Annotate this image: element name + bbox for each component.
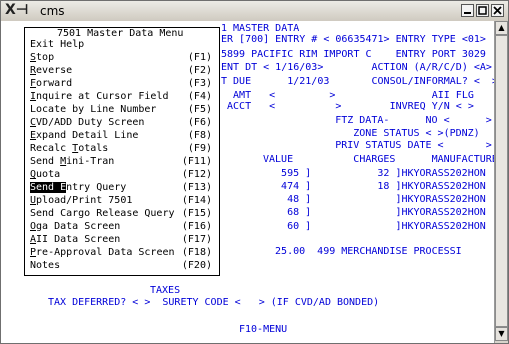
title-bar[interactable]: X⊣ cms: [1, 1, 508, 22]
menu-item-label: Oga Data Screen: [30, 221, 121, 232]
menu-item-shortcut: (F9): [187, 143, 212, 154]
menu-item-label: Send Mini-Tran: [30, 156, 115, 167]
screen-line: 60 ] ]HKYORASS202HON: [263, 221, 486, 232]
menu-item[interactable]: Stop (F1): [30, 51, 216, 64]
screen-line: TAXES: [150, 285, 181, 296]
menu-item-shortcut: (F6): [187, 117, 212, 128]
menu-item-shortcut: (F18): [181, 247, 212, 258]
menu-item-shortcut: (F8): [187, 130, 212, 141]
screen-line: 595 ] 32 ]HKYORASS202HON: [263, 168, 486, 179]
menu-item[interactable]: Reverse (F2): [30, 64, 216, 77]
menu-item-shortcut: (F1): [187, 52, 212, 63]
maximize-icon: [478, 6, 487, 15]
window-menu-icon[interactable]: X⊣: [5, 2, 29, 18]
screen-line: F10-MENU: [239, 324, 288, 335]
screen-line: VALUE CHARGES MANUFACTURER: [263, 154, 504, 165]
menu-item[interactable]: Upload/Print 7501 (F14): [30, 194, 216, 207]
menu-item-label: Inquire at Cursor Field: [30, 91, 169, 102]
menu-item-shortcut: (F3): [187, 78, 212, 89]
menu-item-label: Quota: [30, 169, 61, 180]
menu-item-label: Pre-Approval Data Screen: [30, 247, 175, 258]
minimize-icon: [464, 12, 471, 14]
screen-line: 68 ] ]HKYORASS202HON: [263, 207, 486, 218]
menu-item-shortcut: (F16): [181, 221, 212, 232]
menu-item[interactable]: CVD/ADD Duty Screen (F6): [30, 116, 216, 129]
screen-line: AMT < > AII FLG: [221, 90, 474, 101]
menu-item-label: Upload/Print 7501: [30, 195, 133, 206]
menu-item-shortcut: (F13): [181, 182, 212, 193]
menu-item-label: AII Data Screen: [30, 234, 121, 245]
menu-item[interactable]: Send Cargo Release Query (F15): [30, 207, 216, 220]
screen-line: T DUE 1/21/03 CONSOL/INFORMAL? < >: [221, 76, 498, 87]
menu-item[interactable]: Forward (F3): [30, 77, 216, 90]
screen-line: 1 MASTER DATA: [221, 23, 300, 34]
maximize-button[interactable]: [476, 4, 489, 17]
screen-line: 25.00 499 MERCHANDISE PROCESSI: [263, 246, 462, 257]
screen-line: ENT DT < 1/16/03> ACTION (A/R/C/D) <A>: [221, 62, 492, 73]
screen-line: FTZ DATA- NO < >: [275, 115, 492, 126]
close-button[interactable]: [491, 4, 504, 17]
menu-item-label: Locate by Line Number: [30, 104, 157, 115]
window-title: cms: [40, 4, 65, 18]
screen-line: 48 ] ]HKYORASS202HON o: [263, 194, 509, 205]
menu-item-shortcut: (F12): [181, 169, 212, 180]
scroll-up-button[interactable]: ▲: [495, 21, 508, 35]
scroll-down-button[interactable]: ▼: [495, 327, 508, 341]
menu-item[interactable]: Quota (F12): [30, 168, 216, 181]
menu-item[interactable]: Locate by Line Number (F5): [30, 103, 216, 116]
vertical-scrollbar[interactable]: ▲ ▼: [494, 21, 508, 343]
menu-item-label: Forward: [30, 78, 73, 89]
menu-item-label: Exit Help: [30, 39, 85, 50]
menu-item[interactable]: Notes (F20): [30, 259, 216, 272]
minimize-button[interactable]: [461, 4, 474, 17]
menu-item-label: Reverse: [30, 65, 73, 76]
menu-item-shortcut: (F11): [181, 156, 212, 167]
menu-item[interactable]: Oga Data Screen (F16): [30, 220, 216, 233]
screen-line: ER [700] ENTRY # < 06635471> ENTRY TYPE …: [221, 34, 486, 45]
menu-item[interactable]: Expand Detail Line (F8): [30, 129, 216, 142]
application-window: X⊣ cms 7501 Master Data Menu Exit Help St…: [0, 0, 509, 344]
menu-item-shortcut: (F15): [181, 208, 212, 219]
menu-item[interactable]: Inquire at Cursor Field (F4): [30, 90, 216, 103]
screen-line: TAX DEFERRED? < > SURETY CODE < > (IF CV…: [48, 297, 380, 308]
menu-item[interactable]: AII Data Screen (F17): [30, 233, 216, 246]
master-data-menu: 7501 Master Data Menu Exit Help Stop (F1) R…: [24, 27, 220, 276]
menu-item-label: Stop: [30, 52, 55, 63]
menu-item[interactable]: Send Entry Query (F13): [30, 181, 216, 194]
terminal-screen[interactable]: 7501 Master Data Menu Exit Help Stop (F1) R…: [1, 21, 508, 343]
menu-item-label: Send Cargo Release Query: [30, 208, 175, 219]
menu-item-label: Send Entry Query: [30, 182, 127, 193]
menu-item-label: Recalc Totals: [30, 143, 109, 154]
menu-item-shortcut: (F2): [187, 65, 212, 76]
menu-item-shortcut: (F5): [187, 104, 212, 115]
scrollbar-thumb[interactable]: [495, 35, 508, 327]
menu-item-label: CVD/ADD Duty Screen: [30, 117, 145, 128]
close-icon: [493, 6, 502, 15]
menu-item[interactable]: Send Mini-Tran (F11): [30, 155, 216, 168]
menu-item-shortcut: (F20): [181, 260, 212, 271]
screen-line: ZONE STATUS < >(PDNZ): [275, 128, 480, 139]
menu-item-shortcut: (F14): [181, 195, 212, 206]
menu-item[interactable]: Recalc Totals (F9): [30, 142, 216, 155]
menu-item-label: Notes: [30, 260, 61, 271]
menu-item[interactable]: Pre-Approval Data Screen (F18): [30, 246, 216, 259]
screen-line: 5899 PACIFIC RIM IMPORT C ENTRY PORT 302…: [221, 49, 486, 60]
screen-line: PRIV STATUS DATE < >: [275, 140, 492, 151]
menu-item[interactable]: Exit Help: [30, 38, 216, 51]
screen-line: ACCT < > INVREQ Y/N < >: [221, 101, 474, 112]
menu-item-label: Expand Detail Line: [30, 130, 139, 141]
menu-item-shortcut: (F17): [181, 234, 212, 245]
menu-item-shortcut: (F4): [187, 91, 212, 102]
screen-line: 474 ] 18 ]HKYORASS202HON o: [263, 181, 509, 192]
